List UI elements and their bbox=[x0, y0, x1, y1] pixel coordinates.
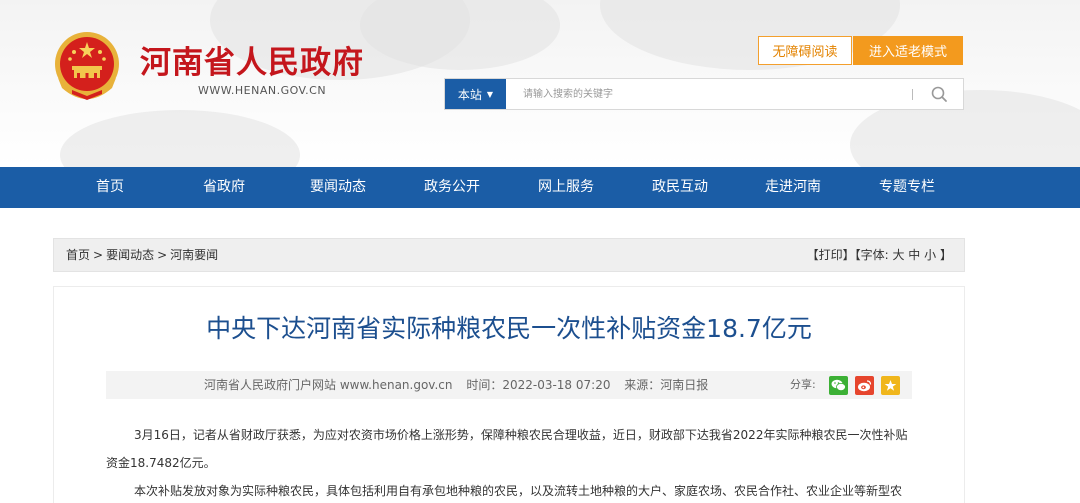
font-size-label: 【字体: bbox=[854, 248, 889, 262]
meta-site: 河南省人民政府门户网站 www.henan.gov.cn bbox=[204, 378, 453, 392]
search-scope-select[interactable]: 本站 ▼ bbox=[445, 79, 506, 109]
article-tools: 【打印】【字体: 大 中 小 】 bbox=[807, 239, 952, 271]
breadcrumb-item-henan-news[interactable]: 河南要闻 bbox=[170, 248, 218, 262]
font-size-close: 】 bbox=[939, 248, 952, 262]
search-divider bbox=[912, 89, 913, 100]
nav-item-about-henan[interactable]: 走进河南 bbox=[765, 167, 821, 208]
search-icon[interactable] bbox=[929, 84, 951, 104]
breadcrumb-item-news[interactable]: 要闻动态 bbox=[106, 248, 154, 262]
weibo-share-icon[interactable] bbox=[854, 375, 874, 395]
breadcrumb: 首页 > 要闻动态 > 河南要闻 bbox=[66, 239, 218, 271]
nav-item-news[interactable]: 要闻动态 bbox=[310, 167, 366, 208]
print-button[interactable]: 【打印】 bbox=[807, 248, 855, 262]
nav-item-online-services[interactable]: 网上服务 bbox=[538, 167, 594, 208]
article-meta-bar: 河南省人民政府门户网站 www.henan.gov.cn 时间：2022-03-… bbox=[106, 371, 912, 399]
article-meta: 河南省人民政府门户网站 www.henan.gov.cn 时间：2022-03-… bbox=[204, 371, 718, 399]
national-emblem-icon bbox=[55, 32, 119, 100]
site-name: 河南省人民政府 bbox=[140, 45, 364, 81]
font-large-button[interactable]: 大 bbox=[892, 248, 904, 262]
caret-down-icon: ▼ bbox=[486, 89, 494, 99]
meta-time: 时间：2022-03-18 07:20 bbox=[466, 378, 611, 392]
breadcrumb-separator: > bbox=[93, 248, 104, 262]
font-medium-button[interactable]: 中 bbox=[908, 248, 920, 262]
nav-item-home[interactable]: 首页 bbox=[96, 167, 124, 208]
breadcrumb-separator: > bbox=[157, 248, 168, 262]
meta-source: 来源：河南日报 bbox=[624, 378, 709, 392]
breadcrumb-bar: 首页 > 要闻动态 > 河南要闻 【打印】【字体: 大 中 小 】 bbox=[53, 238, 965, 272]
main-nav: 首页 省政府 要闻动态 政务公开 网上服务 政民互动 走进河南 专题专栏 bbox=[0, 167, 1080, 208]
nav-item-special-topics[interactable]: 专题专栏 bbox=[879, 167, 935, 208]
article-paragraph: 本次补贴发放对象为实际种粮农民，具体包括利用自有承包地种粮的农民，以及流转土地种… bbox=[134, 484, 903, 498]
site-url: WWW.HENAN.GOV.CN bbox=[198, 84, 327, 97]
share-label: 分享: bbox=[790, 378, 816, 391]
site-header: 河南省人民政府 WWW.HENAN.GOV.CN 无障碍阅读 进入适老模式 本站… bbox=[0, 0, 1080, 167]
accessible-reading-button[interactable]: 无障碍阅读 bbox=[758, 36, 852, 65]
nav-item-government-affairs[interactable]: 政务公开 bbox=[424, 167, 480, 208]
page: 河南省人民政府 WWW.HENAN.GOV.CN 无障碍阅读 进入适老模式 本站… bbox=[0, 0, 1080, 503]
nav-item-provincial-government[interactable]: 省政府 bbox=[203, 167, 245, 208]
breadcrumb-item-home[interactable]: 首页 bbox=[66, 248, 90, 262]
search-box: 本站 ▼ bbox=[444, 78, 964, 110]
favorite-star-icon[interactable] bbox=[880, 375, 900, 395]
font-small-button[interactable]: 小 bbox=[924, 248, 936, 262]
share-bar: 分享: bbox=[790, 375, 900, 395]
article-title: 中央下达河南省实际种粮农民一次性补贴资金18.7亿元 bbox=[206, 314, 812, 343]
cloud-decoration bbox=[60, 110, 300, 167]
article-paragraph: 3月16日，记者从省财政厅获悉，为应对农资市场价格上涨形势，保障种粮农民合理收益… bbox=[106, 428, 908, 470]
nav-item-interaction[interactable]: 政民互动 bbox=[652, 167, 708, 208]
article: 中央下达河南省实际种粮农民一次性补贴资金18.7亿元 河南省人民政府门户网站 w… bbox=[53, 286, 965, 503]
elder-mode-button[interactable]: 进入适老模式 bbox=[853, 36, 963, 65]
search-input[interactable] bbox=[507, 79, 907, 109]
search-scope-label: 本站 bbox=[457, 87, 482, 102]
wechat-share-icon[interactable] bbox=[828, 375, 848, 395]
